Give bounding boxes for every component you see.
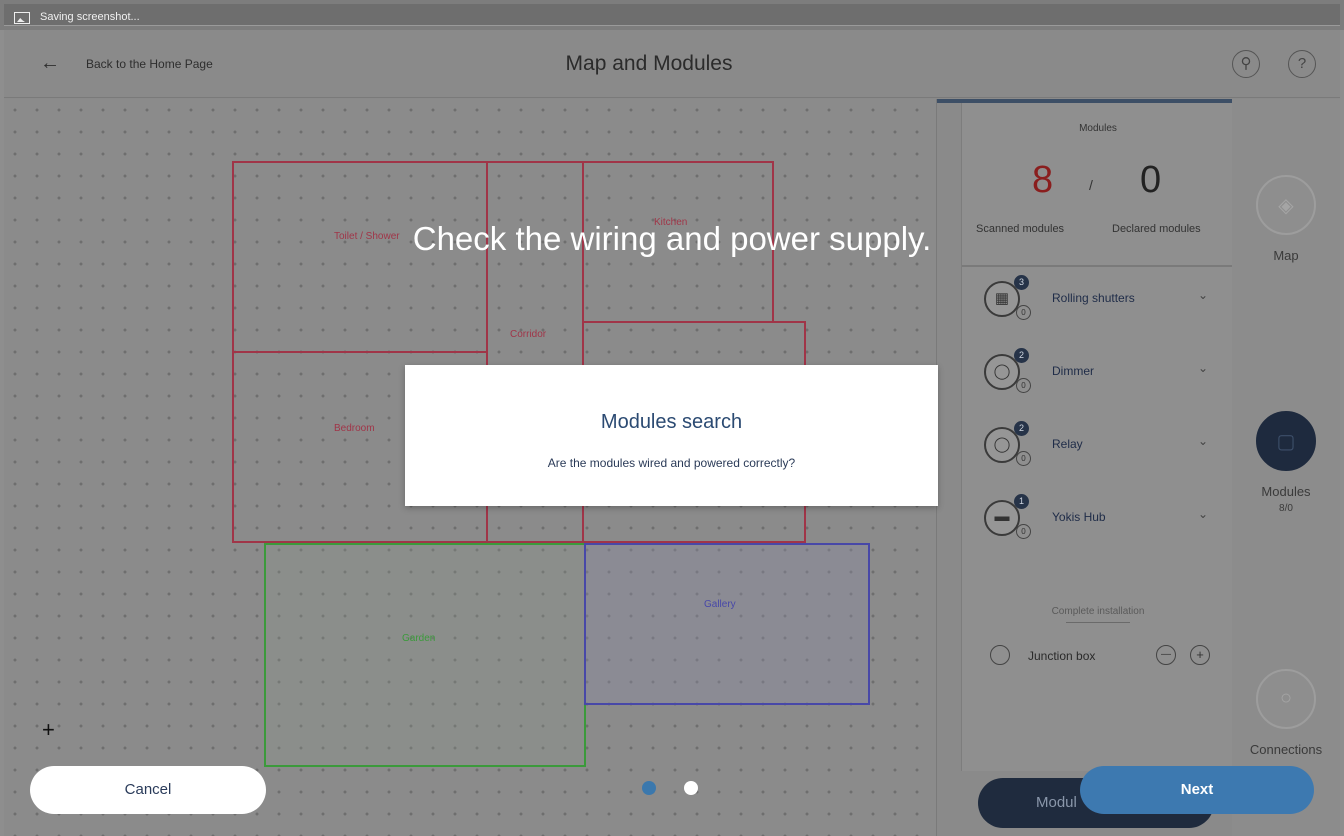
module-row-relay[interactable]: ◯ 2 0 Relay ⌄ bbox=[962, 417, 1234, 477]
card-divider bbox=[962, 265, 1234, 267]
declared-count: 0 bbox=[1140, 159, 1162, 201]
chevron-down-icon[interactable]: ⌄ bbox=[1198, 507, 1208, 521]
room-label: Bedroom bbox=[334, 423, 375, 434]
module-count-badge: 1 bbox=[1014, 494, 1029, 509]
next-button[interactable]: Next bbox=[1080, 766, 1314, 814]
room-gallery[interactable]: Gallery bbox=[584, 543, 870, 705]
connections-nav-icon[interactable]: ○ bbox=[1256, 669, 1316, 729]
module-declared-badge: 0 bbox=[1016, 378, 1031, 393]
module-row-yokis-hub[interactable]: ▬ 1 0 Yokis Hub ⌄ bbox=[962, 490, 1234, 550]
room-garden[interactable]: Garden bbox=[264, 543, 586, 767]
module-name: Dimmer bbox=[1052, 364, 1094, 378]
module-name: Relay bbox=[1052, 437, 1083, 451]
chevron-down-icon[interactable]: ⌄ bbox=[1198, 361, 1208, 375]
tutorial-hint-text: Check the wiring and power supply. bbox=[412, 220, 932, 257]
saving-text: Saving screenshot... bbox=[40, 11, 140, 23]
dialog-title: Modules search bbox=[600, 411, 743, 433]
top-header: ← Back to the Home Page Map and Modules … bbox=[4, 30, 1340, 98]
module-row-dimmer[interactable]: ◯ 2 0 Dimmer ⌄ bbox=[962, 344, 1234, 404]
pager-dot-1[interactable] bbox=[642, 781, 656, 795]
dialog-message: Are the modules wired and powered correc… bbox=[547, 456, 796, 470]
nav-modules-count: 8/0 bbox=[1279, 503, 1293, 514]
junction-box-plus-icon[interactable]: + bbox=[1190, 645, 1210, 665]
room-label: Gallery bbox=[704, 599, 736, 610]
saving-notification: Saving screenshot... bbox=[4, 4, 1340, 26]
junction-box-radio[interactable] bbox=[990, 645, 1010, 665]
cancel-button[interactable]: Cancel bbox=[30, 766, 266, 814]
module-count-badge: 2 bbox=[1014, 421, 1029, 436]
room-label: Corridor bbox=[510, 329, 547, 340]
nav-label-modules[interactable]: Modules bbox=[1232, 484, 1340, 499]
chevron-down-icon[interactable]: ⌄ bbox=[1198, 434, 1208, 448]
module-name: Rolling shutters bbox=[1052, 291, 1135, 305]
screenshot-icon bbox=[14, 12, 30, 24]
junction-box-label: Junction box bbox=[1028, 649, 1096, 663]
side-navigation: ◈ Map ▢ Modules 8/0 ○ Connections bbox=[1232, 99, 1340, 836]
chevron-down-icon[interactable]: ⌄ bbox=[1198, 288, 1208, 302]
search-icon[interactable]: ⚲ bbox=[1232, 50, 1260, 78]
nav-label-connections[interactable]: Connections bbox=[1232, 742, 1340, 757]
room-label: Garden bbox=[402, 633, 436, 644]
module-declared-badge: 0 bbox=[1016, 451, 1031, 466]
pager-dot-2[interactable] bbox=[684, 781, 698, 795]
junction-box-minus-icon[interactable]: — bbox=[1156, 645, 1176, 665]
module-declared-badge: 0 bbox=[1016, 524, 1031, 539]
module-row-rolling-shutters[interactable]: ▦ 3 0 Rolling shutters ⌄ bbox=[962, 271, 1234, 331]
scanned-count: 8 bbox=[1032, 159, 1054, 201]
modules-panel: Modules 8 / 0 Scanned modules Declared m… bbox=[936, 99, 1234, 836]
module-count-badge: 3 bbox=[1014, 275, 1029, 290]
system-bar: Saving screenshot... bbox=[0, 0, 1344, 30]
count-separator: / bbox=[1089, 177, 1093, 193]
modules-search-dialog: Modules search Are the modules wired and… bbox=[405, 365, 938, 506]
page-title: Map and Modules bbox=[565, 52, 733, 75]
module-declared-badge: 0 bbox=[1016, 305, 1031, 320]
modules-card: Modules 8 / 0 Scanned modules Declared m… bbox=[961, 103, 1234, 771]
zoom-plus-icon[interactable]: + bbox=[42, 717, 55, 743]
complete-installation-label[interactable]: Complete installation bbox=[962, 606, 1234, 617]
module-name: Yokis Hub bbox=[1052, 510, 1106, 524]
module-count-badge: 2 bbox=[1014, 348, 1029, 363]
modules-nav-icon[interactable]: ▢ bbox=[1256, 411, 1316, 471]
divider bbox=[1066, 622, 1130, 623]
help-icon[interactable]: ? bbox=[1288, 50, 1316, 78]
modules-card-title: Modules bbox=[1079, 123, 1117, 134]
